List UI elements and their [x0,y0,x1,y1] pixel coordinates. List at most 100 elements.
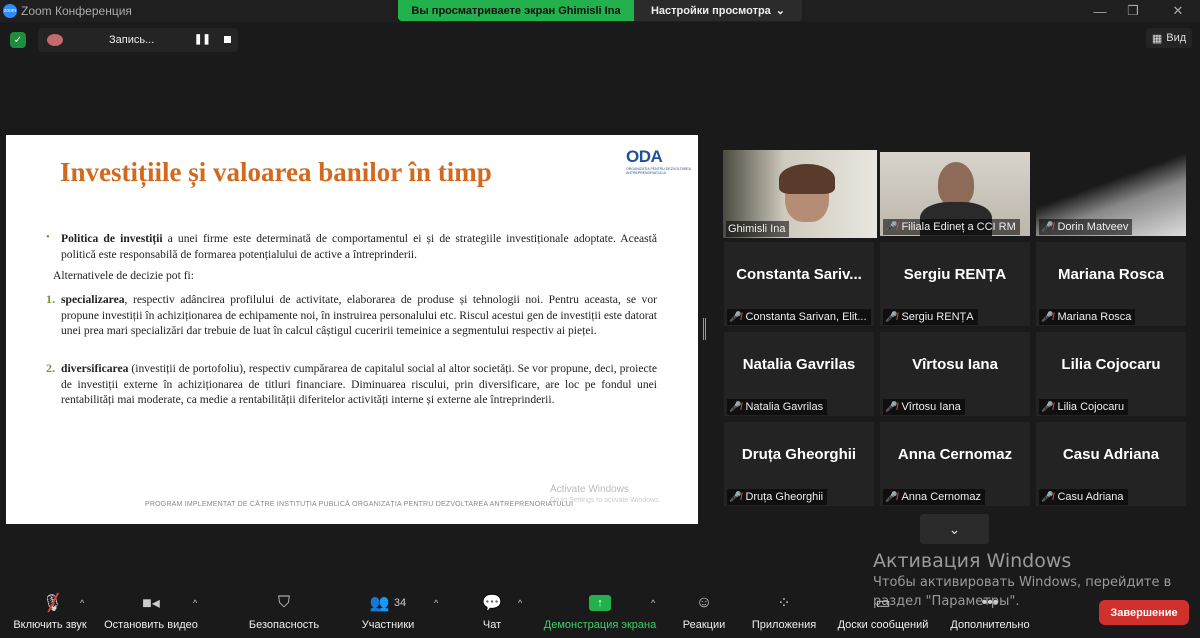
participant-name-tag: Ghimisli Ina [726,221,790,237]
bullet-icon: • [46,231,50,243]
chat-bubble-icon: 💬 [482,595,502,612]
video-camera-icon: ■◂ [142,595,160,612]
cloud-recording-icon [47,34,63,46]
participant-display-name: Casu Adriana [1062,446,1160,463]
participant-tile[interactable]: Natalia Gavrilas 🎤̸ Natalia Gavrilas [724,332,874,416]
window-title: Zoom Конференция [21,4,132,18]
participant-name-tag: 🎤̸ Mariana Rosca [1039,309,1136,325]
more-label: Дополнительно [950,619,1030,631]
security-button[interactable]: ⛉ Безопасность [234,592,334,631]
participant-display-name: Vîrtosu Iana [912,356,998,373]
whiteboard-icon: ▭ [875,595,891,612]
mic-muted-icon: 🎤̸ [885,401,898,413]
security-label: Безопасность [248,619,320,631]
slide-paragraph-1: Politica de investiții a unei firme este… [61,232,657,261]
mic-muted-icon: 🎤̸ [729,491,742,503]
windows-activation-line-1: Чтобы активировать Windows, перейдите в [873,575,1172,590]
restore-icon[interactable]: ❐ [1113,0,1153,22]
mic-muted-icon: 🎤̸ [885,311,898,323]
participants-button[interactable]: 👥 34 Участники [338,592,438,631]
recording-label: Запись... [109,34,155,46]
unmute-label: Включить звук [13,619,87,631]
microphone-muted-icon: 🎙 ╱ [42,595,63,612]
shared-screen: Investițiile și valoarea banilor în timp… [6,135,698,524]
participant-name-tag: 🎤̸ Casu Adriana [1039,489,1128,505]
participant-display-name: Constanta Sariv... [736,266,862,283]
viewing-screen-banner: Вы просматриваете экран Ghimisli Ina [398,0,634,21]
oda-logo: ODA ORGANIZAȚIA PENTRU DEZVOLTAREA ANTRE… [626,147,692,177]
chat-label: Чат [482,619,502,631]
slide-paragraph-2: Alternativele de decizie pot fi: [53,269,194,282]
apps-icon: ⁘ [777,595,791,612]
mic-muted-icon: 🎤̸ [885,491,898,503]
end-meeting-button[interactable]: Завершение [1099,600,1189,625]
chat-options-caret-icon[interactable]: ^ [518,598,522,608]
participant-tile[interactable]: 🎤̸ Filiala Edineț a CCI RM [880,152,1030,236]
participants-options-caret-icon[interactable]: ^ [434,598,438,608]
participant-hair [779,164,835,194]
participant-name-tag: 🎤̸ Vîrtosu Iana [883,399,965,415]
mic-muted-icon: 🎤̸ [1041,491,1054,503]
oda-logo-text: ODA [626,147,663,166]
participant-name-tag: 🎤̸ Filiala Edineț a CCI RM [883,219,1020,235]
share-screen-icon: ↑ [589,592,611,614]
participant-name-tag: 🎤̸ Constanta Sarivan, Elit... [727,309,871,325]
participant-tile[interactable]: Druța Gheorghii 🎤̸ Druța Gheorghii [724,422,874,506]
participant-tile[interactable]: Casu Adriana 🎤̸ Casu Adriana [1036,422,1186,506]
participant-name-tag: 🎤̸ Druța Gheorghii [727,489,828,505]
participant-name-tag: 🎤̸ Lilia Cojocaru [1039,399,1129,415]
participant-tile[interactable]: 🎤̸ Dorin Matveev [1036,152,1186,236]
more-participants-button[interactable]: ⌄ [920,514,989,544]
video-options-caret-icon[interactable]: ^ [193,598,197,608]
view-options-dropdown[interactable]: Настройки просмотра ⌄ [634,0,802,21]
grid-icon: ▦ [1151,32,1163,45]
close-icon[interactable]: ✕ [1158,0,1198,22]
participant-tile-active-speaker[interactable]: Ghimisli Ina [723,150,877,238]
participant-tile[interactable]: Lilia Cojocaru 🎤̸ Lilia Cojocaru [1036,332,1186,416]
participants-icon: 👥 34 [369,595,407,612]
slide-list-item-1: specializarea, respectiv adâncirea profi… [61,293,657,338]
mic-muted-icon: 🎤̸ [729,401,742,413]
participant-display-name: Druța Gheorghii [741,446,857,463]
participant-display-name: Sergiu RENȚA [903,266,1007,283]
participant-tile[interactable]: Mariana Rosca 🎤̸ Mariana Rosca [1036,242,1186,326]
participant-face [938,162,974,206]
oda-logo-subtitle: ORGANIZAȚIA PENTRU DEZVOLTAREA ANTREPREN… [626,167,691,175]
chevron-down-icon: ⌄ [775,5,786,17]
slide-list-item-2: diversificarea (investiții de portofoliu… [61,362,657,407]
split-view-handle[interactable] [703,318,706,340]
participant-display-name: Natalia Gavrilas [742,356,856,373]
mic-muted-icon: 🎤̸ [885,221,898,233]
participant-tile[interactable]: Sergiu RENȚA 🎤̸ Sergiu RENȚA [880,242,1030,326]
share-screen-button[interactable]: ↑ Демонстрация экрана [540,592,660,631]
participant-tile[interactable]: Vîrtosu Iana 🎤̸ Vîrtosu Iana [880,332,1030,416]
participant-display-name: Anna Cernomaz [897,446,1013,463]
stop-recording-icon[interactable] [224,36,231,43]
recording-bar: Запись... ❚❚ [38,28,238,52]
stop-video-button[interactable]: ■◂ Остановить видео [101,592,201,631]
whiteboards-button[interactable]: ▭ Доски сообщений [833,592,933,631]
slide-title: Investițiile și valoarea banilor în timp [60,157,492,187]
participant-name-tag: 🎤̸ Dorin Matveev [1039,219,1133,235]
mic-muted-icon: 🎤̸ [729,311,742,323]
stop-video-label: Остановить видео [104,619,198,631]
list-number-1: 1. [46,292,55,306]
smiley-icon: ☺ [695,594,713,611]
chat-button[interactable]: 💬 Чат [442,592,542,631]
participant-tile[interactable]: Anna Cernomaz 🎤̸ Anna Cernomaz [880,422,1030,506]
apps-button[interactable]: ⁘ Приложения [734,592,834,631]
view-options-label: Настройки просмотра [650,4,771,17]
slide-footer: PROGRAM IMPLEMENTAT DE CĂTRE INSTITUȚIA … [145,501,574,508]
unmute-button[interactable]: 🎙 ╱ Включить звук [0,592,100,631]
participant-tile[interactable]: Constanta Sariv... 🎤̸ Constanta Sarivan, … [724,242,874,326]
reactions-label: Реакции [682,619,726,631]
view-button[interactable]: ▦ Вид [1146,28,1192,48]
audio-options-caret-icon[interactable]: ^ [80,598,84,608]
chevron-down-icon: ⌄ [948,520,961,537]
encryption-shield-icon[interactable]: ✓ [10,32,26,48]
share-screen-label: Демонстрация экрана [543,619,657,631]
pause-recording-icon[interactable]: ❚❚ [194,34,211,45]
apps-label: Приложения [751,619,817,631]
view-button-label: Вид [1166,32,1187,44]
more-button[interactable]: ••• Дополнительно [940,592,1040,631]
